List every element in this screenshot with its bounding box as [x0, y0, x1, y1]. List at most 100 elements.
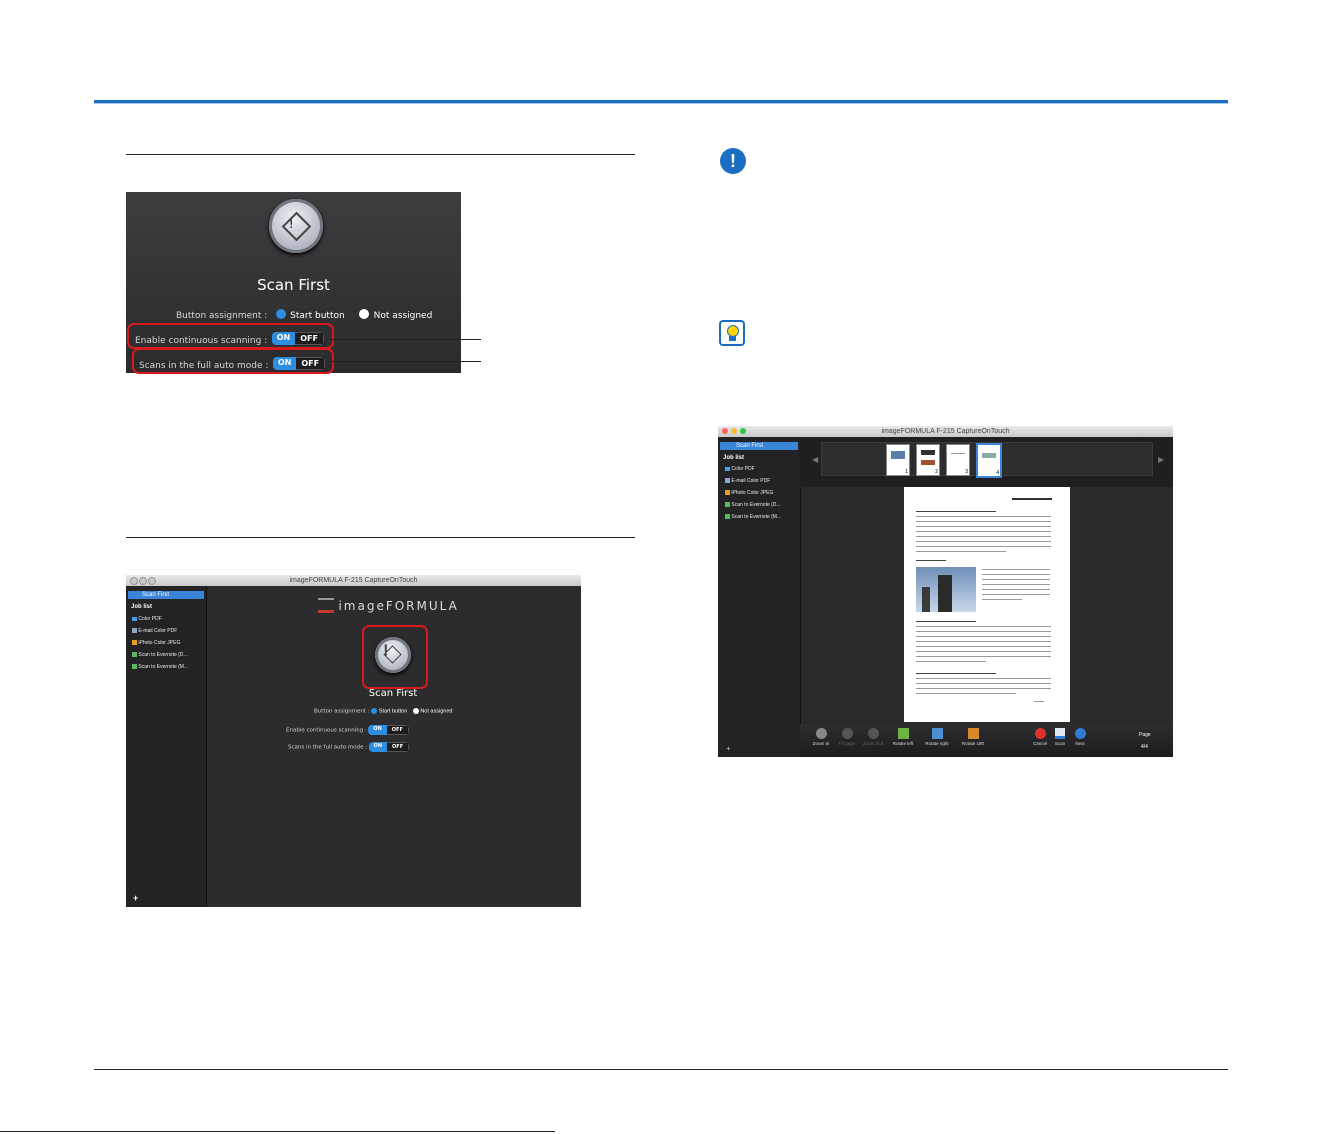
minimize-icon[interactable]: [731, 428, 737, 434]
email-icon: [132, 628, 137, 634]
start-button-icon[interactable]: [275, 308, 286, 319]
sidebar-item-scan-first[interactable]: Scan First: [720, 442, 798, 450]
scroll-left-icon[interactable]: ◀: [812, 455, 818, 464]
not-assigned-icon[interactable]: [412, 708, 419, 714]
header-rule-shadow: [94, 103, 1228, 104]
not-assigned-icon[interactable]: [359, 308, 370, 319]
email-icon: [725, 478, 730, 484]
full-auto-label: Scans in the full auto mode :: [288, 744, 368, 751]
not-assigned-option[interactable]: Not assigned: [374, 311, 433, 321]
page-label: Page: [1139, 732, 1151, 738]
page-thumbnail[interactable]: 3: [946, 444, 970, 476]
toggle-off[interactable]: OFF: [296, 357, 326, 371]
imageformula-logo: imageFORMULA: [318, 597, 459, 615]
sidebar-item-label: Scan First: [736, 443, 764, 449]
close-icon[interactable]: [130, 577, 138, 585]
job-item-color-pdf[interactable]: Color PDF: [725, 466, 781, 478]
document-photo: [916, 567, 976, 612]
continuous-toggle[interactable]: ON OFF: [271, 332, 324, 346]
job-item-evernote-m[interactable]: Scan to Evernote (M...: [132, 664, 188, 676]
thumbnail-number: 2: [935, 469, 938, 475]
next-arrow-icon: [1074, 728, 1086, 739]
job-item-iphoto[interactable]: iPhoto Color JPEG: [725, 490, 781, 502]
zoom-icon[interactable]: [740, 428, 746, 434]
evernote-icon: [725, 502, 730, 508]
page-thumbnail[interactable]: 1: [886, 444, 910, 476]
page-thumbnail-selected[interactable]: 4: [976, 443, 1002, 478]
toggle-off[interactable]: OFF: [386, 725, 409, 735]
section-rule-middle: [126, 537, 635, 538]
toggle-off[interactable]: OFF: [387, 742, 410, 752]
preview-window: imageFORMULA F-215 CaptureOnTouch Scan F…: [718, 426, 1173, 757]
rotate-180-icon: [967, 728, 979, 739]
exclamation-icon: !: [720, 148, 746, 174]
scroll-right-icon[interactable]: ▶: [1158, 455, 1164, 464]
next-button[interactable]: Next: [1066, 728, 1094, 746]
job-item-email[interactable]: E-mail Color PDF: [725, 478, 781, 490]
start-button-option[interactable]: Start button: [379, 708, 407, 714]
full-auto-toggle[interactable]: ON OFF: [368, 742, 410, 752]
toolbar-label: Rotate left: [892, 741, 914, 746]
toolbar-label: Scan: [1054, 741, 1066, 746]
rotate-right-button[interactable]: Rotate right: [918, 728, 956, 746]
rotate-left-icon: [897, 728, 909, 739]
start-scan-button[interactable]: [375, 637, 411, 673]
toggle-on[interactable]: ON: [271, 332, 296, 346]
zoom-out-button[interactable]: Zoom Out: [858, 728, 888, 746]
not-assigned-option[interactable]: Not assigned: [420, 708, 452, 714]
app-window: imageFORMULA F-215 CaptureOnTouch Scan F…: [126, 575, 581, 907]
job-label: Color PDF: [138, 616, 162, 622]
job-item-evernote-m[interactable]: Scan to Evernote (M...: [725, 514, 781, 526]
add-job-button[interactable]: +: [726, 744, 731, 753]
callout-line-1: [331, 339, 481, 340]
evernote-icon: [132, 664, 137, 670]
window-title: imageFORMULA F-215 CaptureOnTouch: [881, 428, 1010, 435]
start-button-option[interactable]: Start button: [290, 311, 345, 321]
toolbar-label: Fit page: [838, 741, 856, 746]
button-assignment-label: Button assignment :: [176, 311, 268, 321]
job-label: Scan to Evernote (M...: [731, 514, 782, 520]
folder-icon: [132, 616, 137, 621]
document-preview: [904, 487, 1070, 722]
job-list: Color PDF E-mail Color PDF iPhoto Color …: [132, 616, 188, 676]
window-title: imageFORMULA F-215 CaptureOnTouch: [289, 577, 418, 584]
logo-text: imageFORMULA: [338, 599, 459, 613]
button-assignment-label: Button assignment :: [314, 708, 370, 715]
thumbnail-number: 1: [905, 469, 908, 475]
logo-mark-icon: [318, 598, 334, 614]
job-label: iPhoto Color JPEG: [731, 490, 774, 496]
button-assignment-row: Button assignment : Start button Not ass…: [176, 305, 432, 323]
rotate-180-button[interactable]: Rotate 180: [954, 728, 992, 746]
iphoto-icon: [132, 640, 137, 646]
page-thumbnail[interactable]: 2: [916, 444, 940, 476]
job-list-heading: Job list: [131, 604, 153, 610]
full-auto-toggle[interactable]: ON OFF: [272, 357, 326, 371]
toggle-on[interactable]: ON: [368, 742, 388, 752]
toggle-on[interactable]: ON: [272, 357, 297, 371]
zoom-icon[interactable]: [148, 577, 156, 585]
cancel-icon: [1034, 728, 1046, 739]
minimize-icon[interactable]: [139, 577, 147, 585]
add-job-button[interactable]: +: [133, 893, 138, 903]
job-item-email[interactable]: E-mail Color PDF: [132, 628, 188, 640]
job-item-color-pdf[interactable]: Color PDF: [132, 616, 188, 628]
sidebar-item-scan-first[interactable]: Scan First: [128, 591, 204, 599]
close-icon[interactable]: [722, 428, 728, 434]
job-item-evernote-d[interactable]: Scan to Evernote (D...: [132, 652, 188, 664]
continuous-label: Enable continuous scanning :: [135, 336, 268, 346]
toolbar-label: Next: [1075, 741, 1085, 746]
start-button-icon[interactable]: [371, 708, 378, 714]
start-icon: [383, 645, 402, 664]
toggle-off[interactable]: OFF: [295, 332, 324, 346]
iphoto-icon: [725, 490, 730, 496]
thumbnail-strip: ◀ ▶ 1 2 3 4: [800, 437, 1173, 487]
scan-first-settings-panel: Scan First Button assignment : Start but…: [126, 192, 461, 374]
page-value: 4/4: [1141, 744, 1148, 750]
start-scan-button[interactable]: [269, 199, 323, 253]
job-item-iphoto[interactable]: iPhoto Color JPEG: [132, 640, 188, 652]
toggle-on[interactable]: ON: [368, 725, 387, 735]
job-label: E-mail Color PDF: [731, 478, 771, 484]
job-item-evernote-d[interactable]: Scan to Evernote (D...: [725, 502, 781, 514]
continuous-toggle[interactable]: ON OFF: [368, 725, 409, 735]
rotate-left-button[interactable]: Rotate left: [886, 728, 920, 746]
